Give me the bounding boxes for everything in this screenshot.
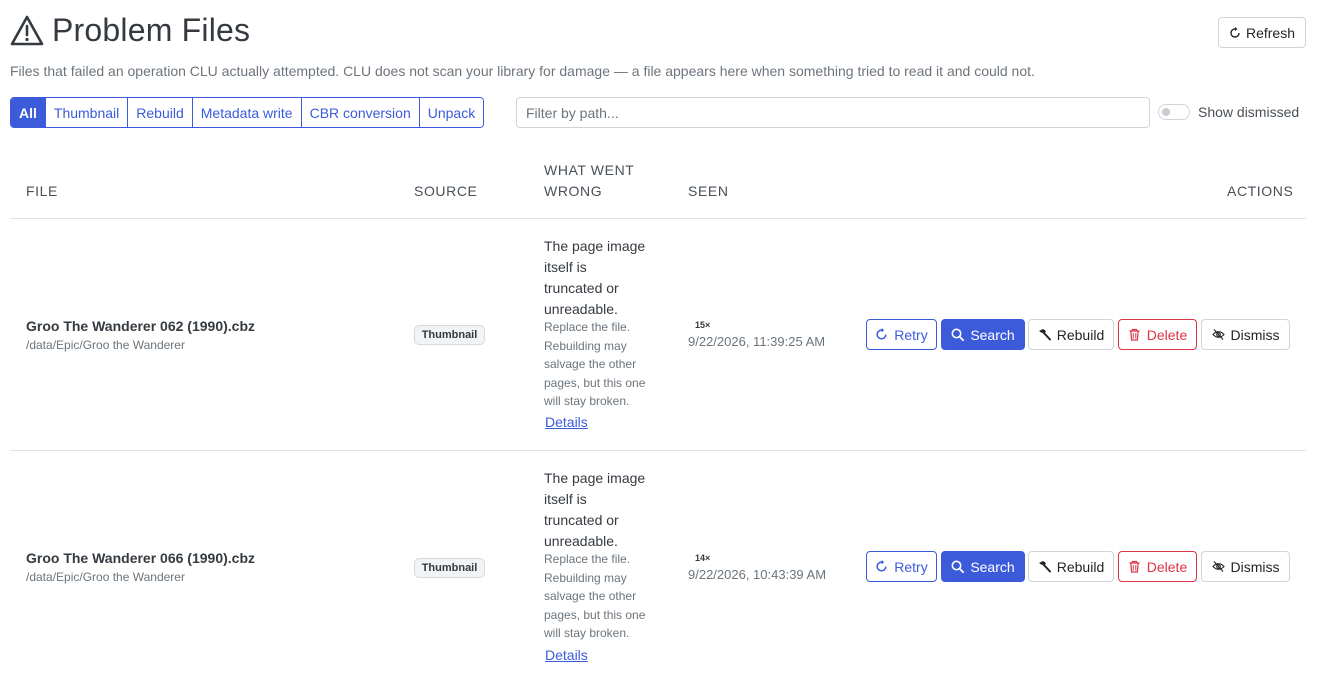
search-button[interactable]: Search xyxy=(941,319,1025,350)
retry-button[interactable]: Retry xyxy=(866,319,937,350)
show-dismissed-toggle[interactable] xyxy=(1158,104,1190,120)
error-line: unreadable. xyxy=(544,533,618,549)
refresh-icon xyxy=(876,328,887,340)
error-message: The page image itself is truncated or un… xyxy=(544,236,664,320)
file-path: /data/Epic/Groo the Wanderer xyxy=(26,570,185,584)
error-line: truncated or xyxy=(544,280,619,296)
occurrence-count: 15× xyxy=(695,320,711,330)
warning-triangle-icon xyxy=(10,15,44,45)
column-header-actions: ACTIONS xyxy=(1227,183,1294,199)
search-label: Search xyxy=(970,558,1015,575)
hint-line: salvage the other xyxy=(544,357,637,372)
rebuild-label: Rebuild xyxy=(1056,326,1105,343)
rebuild-button[interactable]: Rebuild xyxy=(1028,319,1114,350)
eye-slash-icon xyxy=(1211,561,1225,572)
error-line: itself is xyxy=(544,491,587,507)
dismiss-label: Dismiss xyxy=(1230,326,1280,343)
page-header: Problem Files xyxy=(10,12,250,49)
show-dismissed-label: Show dismissed xyxy=(1198,104,1300,120)
source-badge: Thumbnail xyxy=(414,558,485,578)
hint-line: pages, but this one xyxy=(544,375,646,390)
page-subtitle: Files that failed an operation CLU actua… xyxy=(10,63,1035,79)
column-header-what-line1: WHAT WENT xyxy=(544,162,635,178)
row-divider xyxy=(10,450,1306,451)
error-hint: Replace the file. Rebuilding may salvage… xyxy=(544,318,664,411)
file-name: Groo The Wanderer 062 (1990).cbz xyxy=(26,318,255,334)
retry-label: Retry xyxy=(894,558,928,575)
file-name: Groo The Wanderer 066 (1990).cbz xyxy=(26,550,255,566)
hint-line: Rebuilding may xyxy=(544,338,627,353)
filter-tab-rebuild[interactable]: Rebuild xyxy=(127,98,192,127)
error-line: The page image xyxy=(544,470,646,486)
filter-tab-thumbnail[interactable]: Thumbnail xyxy=(44,98,128,127)
rebuild-button[interactable]: Rebuild xyxy=(1028,551,1114,582)
file-path: /data/Epic/Groo the Wanderer xyxy=(26,338,185,352)
column-header-what-line2: WRONG xyxy=(544,183,603,199)
search-icon xyxy=(951,328,965,341)
details-link[interactable]: Details xyxy=(545,647,588,663)
hint-line: Replace the file. xyxy=(544,552,631,566)
retry-label: Retry xyxy=(894,326,928,343)
error-line: unreadable. xyxy=(544,301,618,317)
filter-tab-unpack[interactable]: Unpack xyxy=(418,98,484,127)
column-header-what-went-wrong: WHAT WENT WRONG xyxy=(544,160,634,202)
dismiss-label: Dismiss xyxy=(1230,558,1280,575)
refresh-button[interactable]: Refresh xyxy=(1218,17,1306,48)
column-header-source: SOURCE xyxy=(414,183,478,199)
operation-filter-tabs: All Thumbnail Rebuild Metadata write CBR… xyxy=(10,97,485,128)
occurrence-count: 14× xyxy=(695,553,711,563)
table-header-divider xyxy=(10,218,1306,219)
eye-slash-icon xyxy=(1211,329,1225,340)
delete-button[interactable]: Delete xyxy=(1118,551,1197,582)
hammer-icon xyxy=(1038,561,1051,573)
search-button[interactable]: Search xyxy=(941,551,1025,582)
delete-label: Delete xyxy=(1146,558,1188,575)
seen-timestamp: 9/22/2026, 10:43:39 AM xyxy=(688,567,827,582)
refresh-icon xyxy=(876,560,887,572)
trash-icon xyxy=(1129,560,1140,573)
hammer-icon xyxy=(1038,329,1051,341)
filter-tab-all[interactable]: All xyxy=(11,98,45,127)
toggle-knob xyxy=(1162,108,1170,116)
filter-tab-cbr-conversion[interactable]: CBR conversion xyxy=(300,98,419,127)
refresh-label: Refresh xyxy=(1245,24,1296,41)
hint-line: will stay broken. xyxy=(544,394,630,409)
delete-button[interactable]: Delete xyxy=(1118,319,1197,350)
hint-line: Replace the file. xyxy=(544,320,631,334)
hint-line: pages, but this one xyxy=(544,607,646,622)
retry-button[interactable]: Retry xyxy=(866,551,937,582)
seen-timestamp: 9/22/2026, 11:39:25 AM xyxy=(688,334,826,349)
page-title: Problem Files xyxy=(52,12,251,48)
source-badge: Thumbnail xyxy=(414,325,485,345)
column-header-seen: SEEN xyxy=(688,183,729,199)
error-message: The page image itself is truncated or un… xyxy=(544,468,664,552)
filter-tab-metadata-write[interactable]: Metadata write xyxy=(191,98,301,127)
delete-label: Delete xyxy=(1146,326,1188,343)
error-hint: Replace the file. Rebuilding may salvage… xyxy=(544,550,664,643)
path-filter-input[interactable] xyxy=(516,97,1150,128)
hint-line: Rebuilding may xyxy=(544,570,627,585)
error-line: itself is xyxy=(544,259,587,275)
dismiss-button[interactable]: Dismiss xyxy=(1201,319,1290,350)
rebuild-label: Rebuild xyxy=(1056,558,1105,575)
trash-icon xyxy=(1129,328,1140,341)
dismiss-button[interactable]: Dismiss xyxy=(1201,551,1290,582)
column-header-file: FILE xyxy=(26,183,58,199)
hint-line: salvage the other xyxy=(544,589,637,604)
hint-line: will stay broken. xyxy=(544,626,630,641)
search-icon xyxy=(951,560,965,573)
details-link[interactable]: Details xyxy=(545,414,588,430)
refresh-icon xyxy=(1230,26,1240,38)
error-line: truncated or xyxy=(544,512,619,528)
search-label: Search xyxy=(970,326,1015,343)
error-line: The page image xyxy=(544,238,646,254)
